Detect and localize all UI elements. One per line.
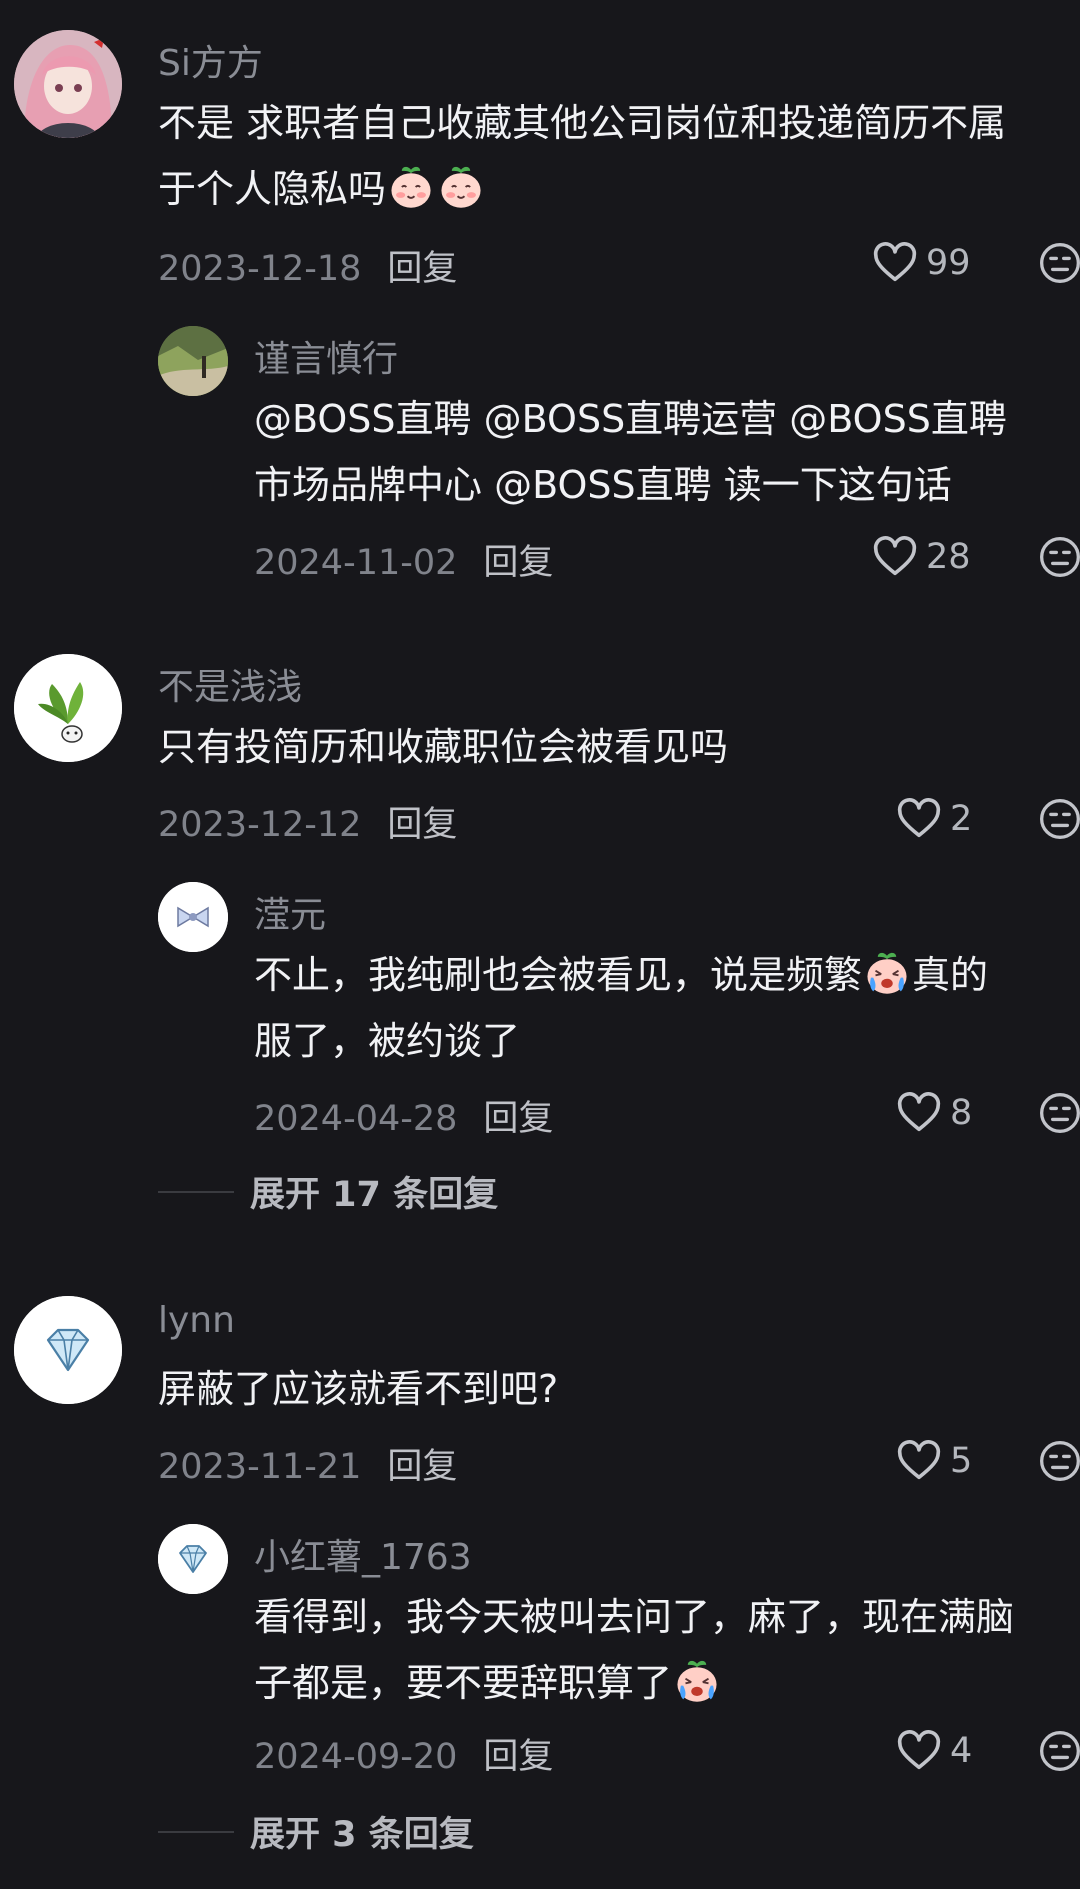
crying-emoji-icon <box>864 950 910 996</box>
reply-button[interactable]: 回复 <box>387 805 457 845</box>
expand-replies-button[interactable]: 展开 3 条回复 <box>158 1806 474 1857</box>
comment-line: 不止，我纯刷也会被看见，说是频繁 真的 <box>254 942 988 1008</box>
heart-outline-icon <box>896 1728 942 1774</box>
like-button[interactable]: 5 <box>896 1438 972 1484</box>
comment-text: 不是 求职者自己收藏其他公司岗位和投递简历不属 于个人隐私吗 <box>158 90 1006 222</box>
heart-outline-icon <box>872 534 918 580</box>
reply-button[interactable]: 回复 <box>387 249 457 289</box>
avatar[interactable] <box>158 882 228 952</box>
like-count: 99 <box>926 243 971 283</box>
username[interactable]: 小红薯_1763 <box>254 1528 472 1580</box>
comment-line: 市场品牌中心 @BOSS直聘 读一下这句话 <box>254 463 952 507</box>
comment-date: 2024-04-28 <box>254 1099 458 1139</box>
neutral-face-icon[interactable] <box>1038 797 1080 841</box>
divider <box>158 1190 234 1193</box>
like-count: 5 <box>950 1441 973 1481</box>
avatar[interactable] <box>14 654 122 762</box>
comment-line: 于个人隐私吗 <box>158 156 1006 222</box>
like-button[interactable]: 8 <box>896 1090 972 1136</box>
like-count: 2 <box>950 799 973 839</box>
neutral-face-icon[interactable] <box>1038 535 1080 579</box>
landscape-avatar-icon <box>158 326 228 396</box>
heart-outline-icon <box>896 796 942 842</box>
like-button[interactable]: 2 <box>896 796 972 842</box>
reply-text: 看得到，我今天被叫去问了，麻了，现在满脑 子都是，要不要辞职算了 <box>254 1584 1014 1716</box>
comment-meta: 2024-11-02 回复 <box>254 534 553 585</box>
username[interactable]: 不是浅浅 <box>158 658 302 710</box>
reply-button[interactable]: 回复 <box>483 1099 553 1139</box>
expand-replies-label: 展开 17 条回复 <box>250 1175 499 1215</box>
username[interactable]: 滢元 <box>254 886 326 938</box>
username[interactable]: Si方方 <box>158 34 263 86</box>
username[interactable]: 谨言慎行 <box>254 330 398 382</box>
like-count: 28 <box>926 537 971 577</box>
reply-button[interactable]: 回复 <box>483 1737 553 1777</box>
crying-emoji-icon <box>674 1658 720 1704</box>
comment-line: 子都是，要不要辞职算了 <box>254 1650 1014 1716</box>
like-button[interactable]: 4 <box>896 1728 972 1774</box>
comment-meta: 2024-09-20 回复 <box>254 1728 553 1779</box>
comment-line-text: 于个人隐私吗 <box>158 167 387 211</box>
avatar[interactable] <box>14 1296 122 1404</box>
like-count: 4 <box>950 1731 973 1771</box>
diamond-avatar-icon <box>14 1296 122 1404</box>
reply-text: @BOSS直聘 @BOSS直聘运营 @BOSS直聘 市场品牌中心 @BOSS直聘… <box>254 386 1007 518</box>
like-count: 8 <box>950 1093 973 1133</box>
neutral-face-icon[interactable] <box>1038 1729 1080 1773</box>
like-button[interactable]: 99 <box>872 240 971 286</box>
comment-line: 服了，被约谈了 <box>254 1019 521 1063</box>
comment-date: 2023-12-12 <box>158 805 362 845</box>
peach-emoji-icon <box>388 164 434 210</box>
comment-line-suffix: 真的 <box>912 953 989 997</box>
comment-line: 看得到，我今天被叫去问了，麻了，现在满脑 <box>254 1595 1015 1639</box>
heart-outline-icon <box>872 240 918 286</box>
avatar[interactable] <box>14 30 122 138</box>
comment-line-text: 子都是，要不要辞职算了 <box>254 1661 673 1705</box>
comment-date: 2023-11-21 <box>158 1447 362 1487</box>
avatar[interactable] <box>158 326 228 396</box>
neutral-face-icon[interactable] <box>1038 241 1080 285</box>
comment-date: 2023-12-18 <box>158 249 362 289</box>
bow-avatar-icon <box>158 882 228 952</box>
neutral-face-icon[interactable] <box>1038 1439 1080 1483</box>
comment-meta: 2023-12-12 回复 <box>158 796 457 847</box>
comment-line: 不是 求职者自己收藏其他公司岗位和投递简历不属 <box>158 101 1007 145</box>
comment-line: 屏蔽了应该就看不到吧? <box>158 1367 559 1411</box>
anime-girl-avatar-icon <box>14 30 122 138</box>
divider <box>158 1830 234 1833</box>
heart-outline-icon <box>896 1090 942 1136</box>
neutral-face-icon[interactable] <box>1038 1091 1080 1135</box>
reply-text: 不止，我纯刷也会被看见，说是频繁 真的 服了，被约谈了 <box>254 942 988 1074</box>
expand-replies-label: 展开 3 条回复 <box>250 1815 474 1855</box>
reply-button[interactable]: 回复 <box>483 543 553 583</box>
comment-line: @BOSS直聘 @BOSS直聘运营 @BOSS直聘 <box>254 397 1007 441</box>
comment-date: 2024-11-02 <box>254 543 458 583</box>
comment-meta: 2023-12-18 回复 <box>158 240 457 291</box>
diamond-avatar-icon <box>158 1524 228 1594</box>
comment-meta: 2024-04-28 回复 <box>254 1090 553 1141</box>
reply-button[interactable]: 回复 <box>387 1447 457 1487</box>
peach-emoji-icon <box>438 164 484 210</box>
comment-date: 2024-09-20 <box>254 1737 458 1777</box>
username[interactable]: lynn <box>158 1300 235 1341</box>
comment-line-text: 不止，我纯刷也会被看见，说是频繁 <box>254 953 863 997</box>
avatar[interactable] <box>158 1524 228 1594</box>
like-button[interactable]: 28 <box>872 534 971 580</box>
heart-outline-icon <box>896 1438 942 1484</box>
expand-replies-button[interactable]: 展开 17 条回复 <box>158 1166 498 1217</box>
comment-line: 只有投简历和收藏职位会被看见吗 <box>158 725 729 769</box>
comment-meta: 2023-11-21 回复 <box>158 1438 457 1489</box>
comment-text: 屏蔽了应该就看不到吧? <box>158 1356 558 1422</box>
comment-text: 只有投简历和收藏职位会被看见吗 <box>158 714 728 780</box>
plant-avatar-icon <box>14 654 122 762</box>
